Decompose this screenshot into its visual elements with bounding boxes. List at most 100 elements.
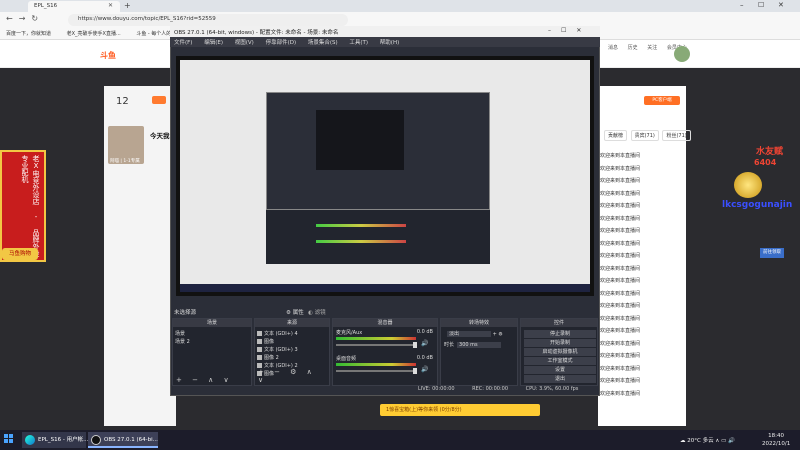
mixer-channel-name: 桌面音频 (336, 356, 357, 362)
stop-stream-button[interactable]: 停止录制 (524, 330, 596, 338)
menu-edit[interactable]: 编辑(E) (204, 40, 223, 46)
gear-icon[interactable]: ⚙ (498, 332, 502, 338)
source-item[interactable]: 文本 (GDI+) 3 (257, 346, 298, 353)
volume-icon[interactable]: 🔊 (728, 438, 735, 444)
obs-source-toolbar (176, 298, 594, 306)
transition-select[interactable]: 淡出 + ⚙ (444, 331, 503, 338)
pc-client-button[interactable]: PC客户端 (644, 96, 680, 105)
bookmark-item[interactable]: 百度一下，你就知道 (6, 31, 51, 37)
volume-slider[interactable] (336, 344, 416, 346)
maximize-icon[interactable]: ☐ (758, 1, 764, 9)
chat-message: 欢迎来到本直播间 (598, 163, 686, 176)
nav-buttons[interactable]: ←→↻ (6, 14, 44, 23)
taskbar-app-obs[interactable]: OBS 27.0.1 (64-bi... (88, 432, 158, 448)
system-tray[interactable]: ☁ 20°C 多云 ∧ ▭ 🔊 (680, 436, 735, 444)
menu-file[interactable]: 文件(F) (174, 40, 192, 46)
scene-item[interactable]: 场景 2 (175, 338, 190, 345)
menu-view[interactable]: 视图(V) (235, 40, 254, 46)
scene-actions[interactable]: + − ∧ ∨ (176, 376, 233, 384)
browser-tab-bar (0, 0, 800, 12)
edge-icon (25, 435, 35, 445)
filters-button[interactable]: ◐ 滤镜 (308, 308, 326, 316)
chat-message: 欢迎来到本直播间 (598, 313, 686, 326)
preview-taskbar (180, 284, 590, 292)
chat-message: 欢迎来到本直播间 (598, 288, 686, 301)
tab-fans[interactable]: 粉丝(71) (662, 130, 691, 141)
bookmark-item[interactable]: 老X_亮破手使手X直播... (67, 31, 121, 37)
source-actions[interactable]: + − ⚙ ∧ ∨ (258, 368, 329, 384)
volume-slider[interactable] (336, 370, 416, 372)
chat-message: 欢迎来到本直播间 (598, 250, 686, 263)
taskbar-app-browser[interactable]: EPL_S16 - 用户帐... (22, 432, 88, 448)
clock[interactable]: 18:40 2022/10/1 (762, 432, 790, 448)
volume-knob[interactable] (413, 368, 417, 374)
chat-text: 欢迎来到本直播间 (600, 353, 641, 359)
chat-text: 欢迎来到本直播间 (600, 315, 641, 322)
preview-nested-tunnel (316, 110, 404, 170)
url-input[interactable]: https://www.douyu.com/topic/EPL_S16?rid=… (68, 14, 348, 26)
browser-tab[interactable]: EPL_S16 (28, 1, 120, 12)
minimize-icon[interactable]: – (740, 1, 744, 9)
virtual-camera-button[interactable]: 启动虚拟摄像机 (524, 348, 596, 356)
audio-mixer-dock: 混音器 麦克风/Aux 0.0 dB 🔊 桌面音频 0.0 dB 🔊 (332, 318, 438, 386)
viewer-count: 12 (116, 96, 129, 107)
clock-date: 2022/10/1 (762, 441, 791, 447)
weather-text: 20°C 多云 (687, 438, 714, 444)
header-item[interactable]: 关注 (647, 44, 657, 51)
scenes-dock-header: 场景 (173, 319, 251, 327)
settings-button[interactable]: 设置 (524, 366, 596, 374)
obs-window-controls[interactable]: –☐✕ (548, 27, 591, 34)
source-item[interactable]: 文本 (GDI+) 4 (257, 330, 298, 337)
refresh-icon[interactable]: ↻ (31, 14, 44, 23)
source-item[interactable]: 图像 2 (257, 354, 279, 361)
network-icon[interactable]: ▭ (721, 438, 726, 444)
forward-icon[interactable]: → (19, 14, 32, 23)
studio-mode-button[interactable]: 工作室模式 (524, 357, 596, 365)
claim-button[interactable]: 前往领取 (760, 248, 784, 258)
volume-knob[interactable] (413, 342, 417, 348)
avatar[interactable] (674, 46, 690, 62)
scenes-dock: 场景 场景 场景 2 + − ∧ ∨ (172, 318, 252, 386)
new-tab-icon[interactable]: + (124, 1, 131, 10)
properties-button[interactable]: ⚙ 属性 (286, 308, 304, 316)
avatar-caption: 阿喵 | 1-1专属 (110, 159, 140, 164)
menu-docks[interactable]: 停靠部件(D) (266, 40, 297, 46)
transition-duration[interactable]: 时长 300 ms (444, 341, 502, 348)
minimize-icon[interactable]: – (548, 27, 561, 34)
right-overlay-ad[interactable]: 水友赋 6404 lkcsgogunajin 前往领取 (722, 102, 798, 262)
header-item[interactable]: 消息 (608, 44, 618, 51)
speaker-icon[interactable]: 🔊 (421, 366, 428, 373)
close-icon[interactable]: ✕ (108, 2, 113, 9)
cpu-status: CPU: 3.9%, 60.00 fps (525, 386, 579, 392)
close-icon[interactable]: ✕ (576, 27, 591, 34)
header-item[interactable]: 历史 (628, 44, 638, 51)
left-ad-banner[interactable]: 老X电竞外设店 - 品牌外设 专业配机 (0, 150, 46, 262)
menu-tools[interactable]: 工具(T) (349, 40, 368, 46)
exit-button[interactable]: 退出 (524, 375, 596, 383)
tab-contribution[interactable]: 贡献榜 (604, 130, 628, 141)
source-item[interactable]: 图像 (257, 338, 274, 345)
start-icon[interactable] (4, 434, 14, 444)
preview-meter (316, 224, 406, 227)
window-close-icon[interactable]: ✕ (778, 1, 784, 9)
menu-scene-collection[interactable]: 场景集合(S) (308, 40, 338, 46)
properties-label: 属性 (292, 310, 304, 316)
menu-help[interactable]: 帮助(H) (380, 40, 399, 46)
gift-bar[interactable]: 1惊喜宝箱(上)等你来领 (0分/8分) (380, 404, 540, 416)
count-tag (152, 96, 166, 104)
start-recording-button[interactable]: 开始录制 (524, 339, 596, 347)
maximize-icon[interactable]: ☐ (561, 27, 576, 34)
chat-text: 欢迎来到本直播间 (600, 365, 641, 372)
chat-message: 欢迎来到本直播间 (598, 200, 686, 213)
scene-item[interactable]: 场景 (175, 330, 185, 337)
speaker-icon[interactable]: 🔊 (421, 340, 428, 347)
transitions-dock-header: 转场特效 (441, 319, 517, 327)
chevron-up-icon[interactable]: ∧ (715, 438, 719, 444)
douyu-logo[interactable]: 斗鱼 (100, 50, 116, 61)
tab-vip[interactable]: 贵宾(71) (630, 130, 659, 141)
add-icon[interactable]: + (493, 332, 497, 338)
left-ad-footer[interactable]: 马鱼购物 (2, 248, 38, 260)
mixer-channel-db: 0.0 dB (416, 355, 433, 361)
obs-menu-bar: 文件(F) 编辑(E) 视图(V) 停靠部件(D) 场景集合(S) 工具(T) … (170, 37, 600, 47)
back-icon[interactable]: ← (6, 14, 19, 23)
